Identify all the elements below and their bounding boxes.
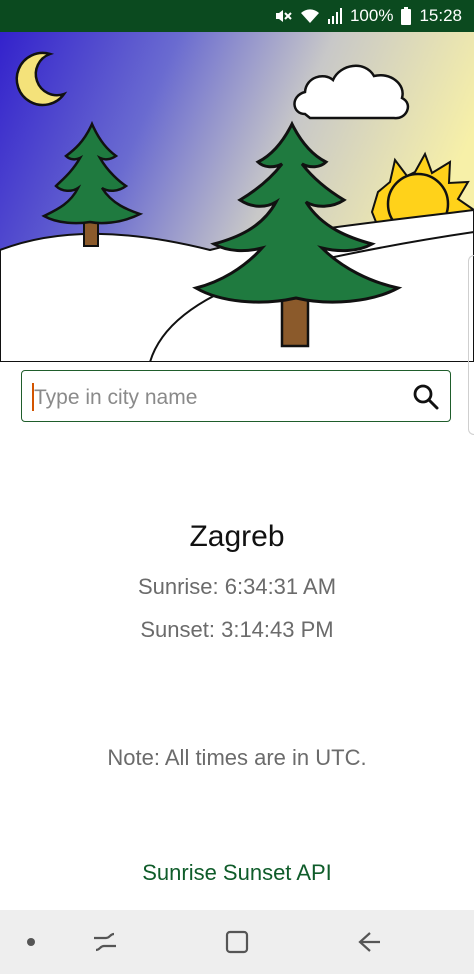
signal-icon: [327, 8, 342, 24]
recent-apps-button[interactable]: [80, 910, 130, 974]
hero-illustration: [0, 32, 474, 362]
back-button[interactable]: [344, 910, 394, 974]
city-search-input[interactable]: [32, 379, 396, 417]
wifi-icon: [300, 7, 320, 25]
navigation-bar: [0, 910, 474, 974]
sunrise-time: Sunrise: 6:34:31 AM: [137, 574, 337, 599]
edge-panel-handle[interactable]: [468, 255, 474, 435]
home-button[interactable]: [212, 910, 262, 974]
back-icon: [358, 932, 380, 952]
dot-icon: [27, 938, 35, 946]
city-name: Zagreb: [189, 520, 285, 553]
text-cursor: [32, 383, 34, 411]
battery-text: 100%: [349, 6, 394, 25]
mute-icon: [274, 7, 292, 25]
status-icons: 100% 15:28: [274, 0, 462, 32]
nav-dot-button[interactable]: [14, 910, 48, 974]
sunrise-sunset-api-link[interactable]: Sunrise Sunset API: [0, 860, 474, 886]
home-icon: [225, 930, 249, 954]
search-icon: [413, 384, 439, 410]
battery-icon: [401, 7, 412, 25]
utc-note: Note: All times are in UTC.: [107, 745, 367, 770]
sunset-time: Sunset: 3:14:43 PM: [140, 617, 334, 642]
search-button[interactable]: [412, 383, 440, 411]
recent-apps-icon: [94, 932, 116, 952]
search-box: [21, 370, 451, 422]
status-bar: 100% 15:28: [0, 0, 474, 32]
clock: 15:28: [419, 6, 462, 25]
